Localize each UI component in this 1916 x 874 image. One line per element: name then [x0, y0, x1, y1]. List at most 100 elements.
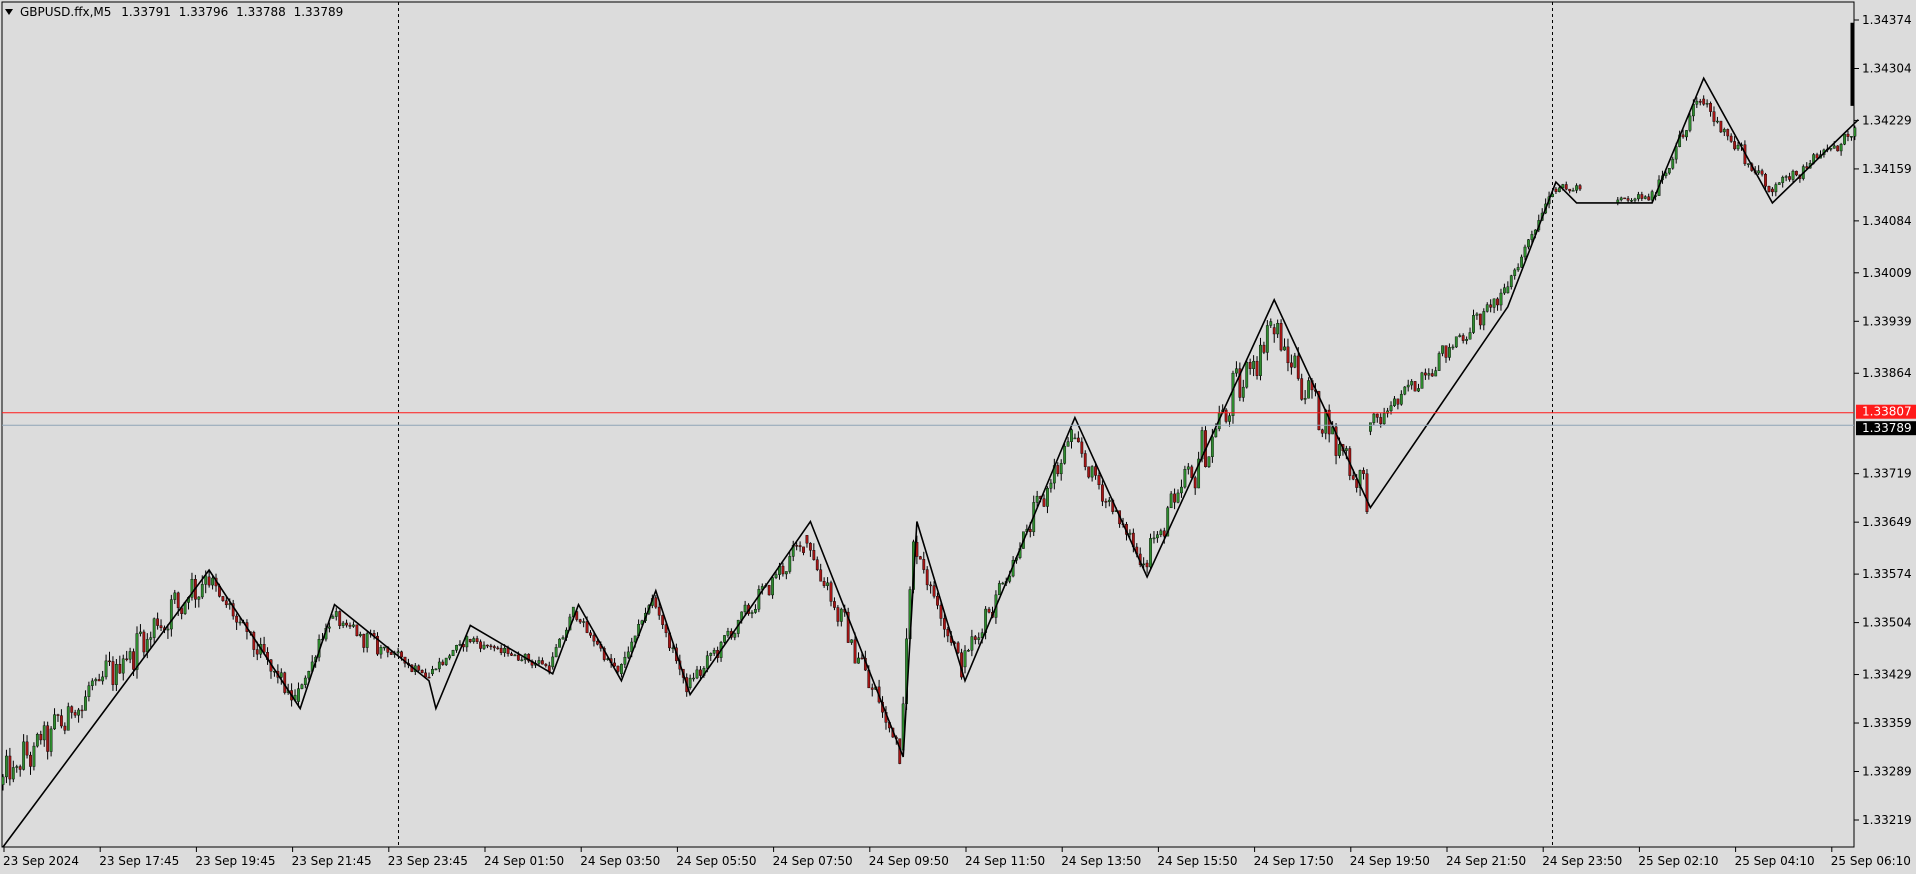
x-tick-label: 24 Sep 23:50 — [1542, 854, 1622, 868]
candle-body — [444, 657, 448, 665]
candle-body — [300, 684, 304, 689]
candle-body — [1557, 187, 1561, 192]
x-tick-label: 24 Sep 13:50 — [1061, 854, 1141, 868]
candle-body — [1496, 298, 1499, 306]
candle-body — [1210, 436, 1214, 457]
candle-body — [1530, 234, 1534, 240]
candle-body — [1272, 327, 1276, 335]
candle-body — [1303, 398, 1307, 400]
candle-body — [334, 611, 338, 617]
candle-body — [1224, 409, 1228, 422]
candle-body — [66, 706, 70, 731]
candle-body — [1619, 197, 1623, 201]
ohlc-low: 1.33788 — [236, 5, 286, 19]
x-tick-label: 23 Sep 2024 — [3, 854, 79, 868]
candle-body — [1169, 493, 1173, 509]
candle-body — [204, 575, 208, 585]
candle-body — [396, 651, 400, 654]
x-tick-label: 23 Sep 21:45 — [292, 854, 372, 868]
candle-body — [1726, 129, 1730, 137]
candle-body — [482, 644, 486, 649]
candle-body — [695, 669, 699, 679]
candle-body — [1441, 345, 1444, 354]
candle-body — [1705, 103, 1709, 105]
candle-body — [620, 664, 623, 675]
candle-body — [1695, 100, 1699, 105]
candle-body — [1344, 448, 1348, 451]
candle-body — [1623, 197, 1627, 200]
candle-body — [1667, 168, 1671, 174]
y-tick-label: 1.34304 — [1862, 61, 1912, 75]
x-tick-label: 24 Sep 07:50 — [773, 854, 853, 868]
candle-body — [1173, 493, 1176, 503]
candle-body — [1568, 188, 1572, 192]
candle-body — [1448, 347, 1451, 358]
candle-body — [1571, 190, 1575, 192]
candle-body — [1056, 465, 1060, 475]
candle-body — [118, 664, 122, 674]
candlestick-chart[interactable]: 1.34374 1.34304 1.34229 1.34159 1.34084 1.340… — [0, 0, 1916, 874]
candle-body — [1513, 269, 1517, 276]
candle-body — [1035, 495, 1039, 503]
candle-body — [1228, 415, 1231, 422]
candle-body — [135, 633, 139, 670]
candle-body — [1063, 446, 1067, 464]
candle-body — [49, 728, 53, 752]
candle-body — [1262, 344, 1266, 353]
candle-body — [1643, 196, 1647, 199]
candle-body — [22, 741, 26, 770]
candle-body — [967, 650, 970, 652]
candle-body — [1736, 144, 1740, 150]
candle-body — [348, 624, 352, 627]
candle-body — [8, 755, 12, 780]
candle-body — [53, 714, 56, 730]
candle-body — [925, 569, 929, 586]
candle-body — [358, 633, 362, 636]
candle-body — [166, 628, 170, 631]
svg-text:GBPUSD.ffx,M5 1.33791: GBPUSD.ffx,M5 1.33791 1.33796 1.33788 1.… — [20, 5, 343, 19]
candle-body — [516, 654, 520, 661]
y-tick-label: 1.34374 — [1862, 13, 1912, 27]
candle-body — [1564, 184, 1568, 190]
candle-body — [977, 637, 981, 640]
candle-body — [341, 622, 345, 626]
candle-body — [303, 677, 307, 685]
candle-body — [839, 608, 843, 622]
chart-window[interactable]: 1.34374 1.34304 1.34229 1.34159 1.34084 1.340… — [0, 0, 1916, 874]
candle-body — [537, 660, 541, 664]
candle-body — [709, 653, 713, 656]
candle-body — [1001, 582, 1005, 585]
candle-body — [1080, 441, 1084, 454]
candle-body — [1279, 323, 1283, 351]
candle-body — [32, 745, 36, 767]
candle-body — [15, 766, 19, 768]
candle-body — [1413, 381, 1417, 392]
candle-body — [1149, 538, 1152, 568]
candle-body — [238, 621, 242, 624]
candle-body — [417, 665, 421, 671]
candle-body — [1159, 530, 1163, 535]
candle-body — [1454, 336, 1458, 348]
candle-body — [1362, 470, 1365, 474]
candle-body — [431, 669, 434, 675]
candle-body — [956, 642, 960, 653]
candle-body — [46, 725, 50, 752]
x-tick-label: 24 Sep 09:50 — [869, 854, 949, 868]
candle-body — [1647, 196, 1651, 201]
candle-body — [1492, 298, 1496, 308]
candle-body — [987, 608, 991, 613]
candle-body — [1104, 501, 1108, 503]
candle-body — [42, 725, 46, 741]
candle-body — [1289, 362, 1293, 368]
candle-body — [1269, 321, 1273, 326]
candle-body — [139, 631, 142, 634]
x-tick-label: 24 Sep 19:50 — [1350, 854, 1430, 868]
y-tick-label: 1.34159 — [1862, 162, 1912, 176]
x-tick-label: 24 Sep 15:50 — [1157, 854, 1237, 868]
candle-body — [1241, 386, 1245, 398]
candle-body — [510, 653, 513, 656]
candle-body — [1575, 185, 1578, 191]
candle-body — [1427, 373, 1431, 376]
candle-body — [970, 636, 974, 651]
candle-body — [623, 656, 627, 665]
